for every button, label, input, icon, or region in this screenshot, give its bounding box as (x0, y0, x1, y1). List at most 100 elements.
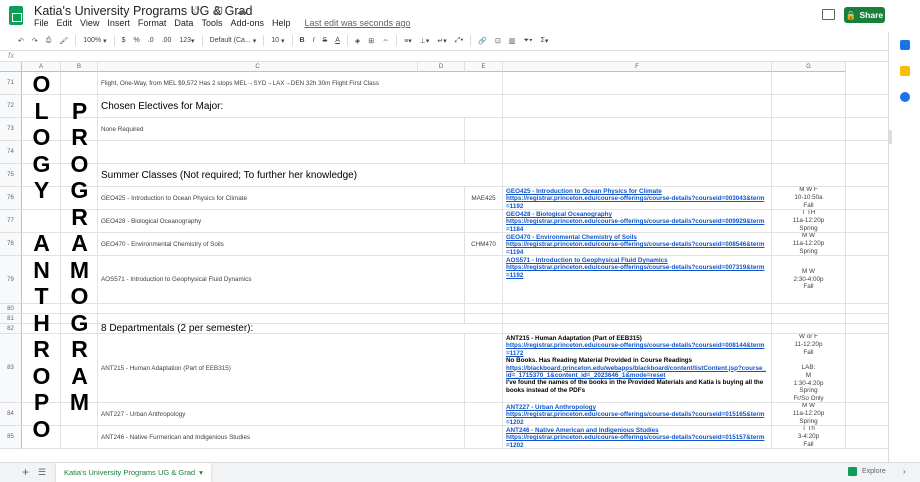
add-sheet-icon[interactable]: + (22, 465, 29, 479)
fill-color-icon[interactable]: ◈ (351, 32, 364, 49)
cell-a[interactable] (22, 210, 61, 232)
zoom-select[interactable]: 100% ▾ (79, 32, 110, 49)
course-link[interactable]: https://registrar.princeton.edu/course-o… (506, 411, 771, 418)
cell-d[interactable] (418, 304, 465, 313)
cell-g[interactable]: T Th 3-4:20p Fall (772, 426, 846, 448)
tasks-icon[interactable] (900, 92, 910, 102)
expand-side-panel-icon[interactable]: › (903, 467, 906, 476)
course-link[interactable]: =1192 (506, 272, 771, 279)
menu-edit[interactable]: Edit (57, 18, 73, 28)
cell-e[interactable] (465, 304, 503, 313)
formula-bar[interactable]: fx (0, 50, 888, 62)
keep-icon[interactable] (900, 66, 910, 76)
cell-d[interactable] (418, 187, 465, 209)
filter-icon[interactable]: ⏷▾ (520, 32, 537, 49)
column-header-e[interactable]: E (465, 62, 503, 72)
menu-addons[interactable]: Add-ons (230, 18, 264, 28)
cell-d[interactable] (418, 426, 465, 448)
cell-d[interactable] (418, 334, 465, 402)
cell-g[interactable] (772, 164, 846, 186)
cell-f[interactable]: GEO425 - Introduction to Ocean Physics f… (503, 187, 772, 209)
all-sheets-icon[interactable]: ☰ (38, 467, 46, 478)
row-header[interactable]: 83 (0, 334, 22, 403)
cell-e[interactable]: MAE425 (465, 187, 503, 209)
increase-decimal-button[interactable]: .00 (158, 32, 176, 49)
row-header[interactable]: 85 (0, 426, 22, 449)
cell-f[interactable] (503, 72, 772, 94)
cell-g[interactable]: W or F 11-12:20p Fall LAB: M 1:30-4:20p Spring… (772, 334, 846, 402)
cell-e[interactable] (465, 314, 503, 323)
cell-f[interactable] (503, 304, 772, 313)
cell-g[interactable] (772, 72, 846, 94)
menu-format[interactable]: Format (138, 18, 167, 28)
vertical-align-icon[interactable]: ⊥▾ (416, 32, 434, 49)
row-header[interactable]: 81 (0, 314, 22, 324)
cell-f[interactable] (503, 141, 772, 163)
select-all-corner[interactable] (0, 62, 22, 72)
cell-f[interactable] (503, 314, 772, 323)
cell-f[interactable] (503, 324, 772, 333)
undo-icon[interactable]: ↶ (14, 32, 28, 49)
cell-d[interactable] (418, 141, 465, 163)
print-icon[interactable]: ⎙ (42, 32, 56, 49)
cell-f[interactable]: GEO470 - Environmental Chemistry of Soil… (503, 233, 772, 255)
cell-d[interactable] (418, 233, 465, 255)
column-header-b[interactable]: B (61, 62, 98, 72)
cell-e[interactable]: CHM470 (465, 233, 503, 255)
row-header[interactable]: 73 (0, 118, 22, 141)
row-header[interactable]: 80 (0, 304, 22, 314)
cell-e[interactable] (465, 118, 503, 140)
course-link[interactable]: GEO425 - Introduction to Ocean Physics f… (506, 188, 771, 195)
course-link[interactable]: GEO470 - Environmental Chemistry of Soil… (506, 234, 771, 241)
row-header[interactable]: 75 (0, 164, 22, 187)
cell-e[interactable] (465, 324, 503, 333)
cell-g[interactable] (772, 324, 846, 333)
course-link[interactable]: https://registrar.princeton.edu/course-o… (506, 241, 771, 248)
cell-e[interactable] (465, 403, 503, 425)
row-header[interactable]: 84 (0, 403, 22, 426)
cell-d[interactable] (418, 403, 465, 425)
currency-button[interactable]: $ (118, 32, 130, 49)
cell-f[interactable]: AOS571 - Introduction to Geophysical Flu… (503, 256, 772, 303)
cell-d[interactable] (418, 210, 465, 232)
cell-e[interactable] (465, 95, 503, 117)
paint-format-icon[interactable]: 🖌 (55, 32, 72, 49)
horizontal-align-icon[interactable]: ≡▾ (400, 32, 416, 49)
cell-g[interactable]: M W 11a-12:20p Spring (772, 233, 846, 255)
row-header[interactable]: 71 (0, 72, 22, 95)
course-link[interactable]: AOS571 - Introduction to Geophysical Flu… (506, 257, 771, 264)
merge-cells-icon[interactable]: ⇔ (378, 32, 393, 49)
vertical-scrollbar[interactable] (888, 130, 892, 144)
font-select[interactable]: Default (Ca... ▾ (206, 32, 261, 49)
cell-g[interactable] (772, 314, 846, 323)
strikethrough-button[interactable]: S (319, 32, 332, 49)
percent-button[interactable]: % (130, 32, 144, 49)
cell-g[interactable] (772, 95, 846, 117)
cell-e[interactable] (465, 256, 503, 303)
cell-e[interactable] (465, 141, 503, 163)
row-header[interactable]: 72 (0, 95, 22, 118)
cell-e[interactable] (465, 72, 503, 94)
borders-icon[interactable]: ⊞ (364, 32, 378, 49)
cell-e[interactable] (465, 164, 503, 186)
course-link[interactable]: ANT227 - Urban Anthropology (506, 404, 771, 411)
explore-button[interactable]: Explore (848, 467, 886, 476)
cell-b[interactable] (61, 72, 98, 94)
course-link[interactable]: https://registrar.princeton.edu/course-o… (506, 218, 771, 225)
row-header[interactable]: 79 (0, 256, 22, 304)
italic-button[interactable]: I (309, 32, 319, 49)
sheets-logo-icon[interactable] (9, 6, 23, 25)
menu-tools[interactable]: Tools (201, 18, 222, 28)
more-formats-button[interactable]: 123 ▾ (175, 32, 198, 49)
cell-f[interactable] (503, 95, 772, 117)
insert-comment-icon[interactable]: ⊡ (491, 32, 505, 49)
cell-f[interactable]: ANT215 - Human Adaptation (Part of EEB31… (503, 334, 772, 402)
row-header[interactable]: 76 (0, 187, 22, 210)
star-move-cloud-icons[interactable]: ☆ ⊡ ☁ (191, 4, 252, 17)
course-link[interactable]: https://registrar.princeton.edu/course-o… (506, 195, 771, 202)
cell-g[interactable] (772, 141, 846, 163)
chevron-down-icon[interactable]: ▾ (199, 468, 203, 477)
menu-data[interactable]: Data (174, 18, 193, 28)
cell-g[interactable] (772, 118, 846, 140)
bold-button[interactable]: B (296, 32, 309, 49)
